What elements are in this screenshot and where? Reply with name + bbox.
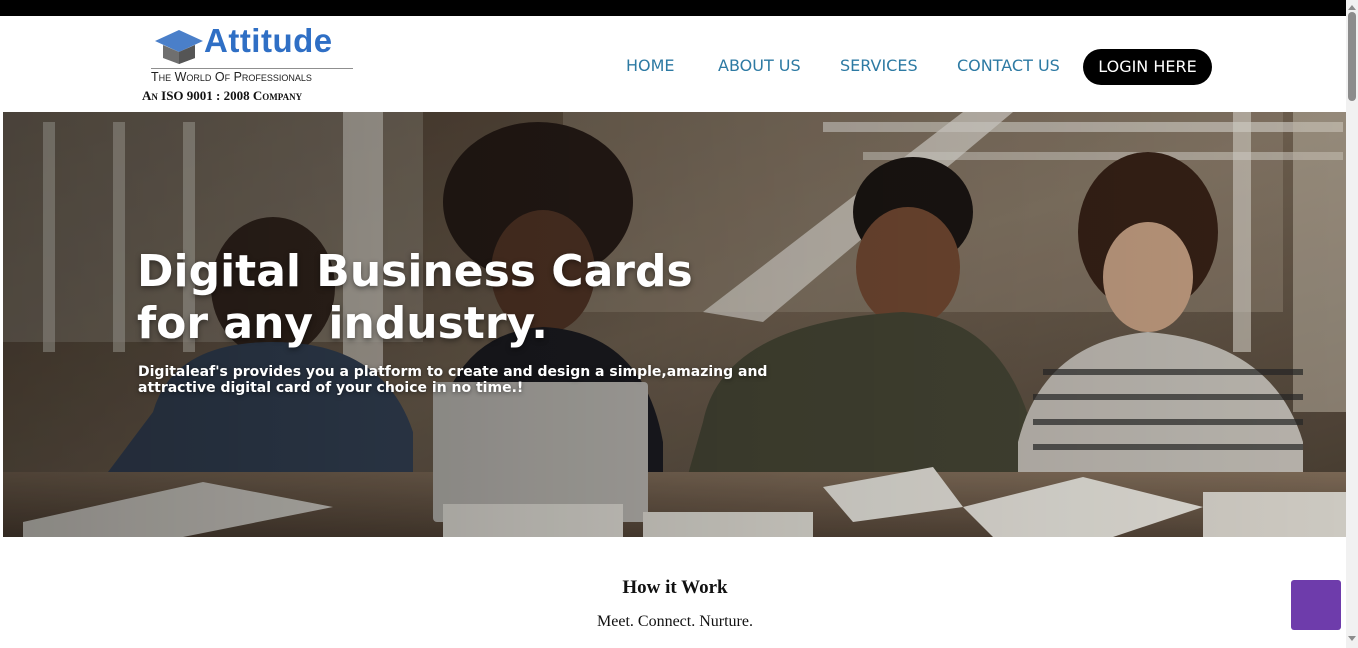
page-scrollbar[interactable]	[1346, 0, 1358, 648]
nav-services[interactable]: SERVICES	[840, 56, 918, 75]
scroll-down-arrow-icon[interactable]	[1346, 634, 1358, 644]
logo-name: Attitude	[204, 22, 333, 59]
graduation-cap-icon	[155, 30, 203, 64]
scroll-up-arrow-icon[interactable]	[1346, 2, 1358, 12]
hero-banner: Digital Business Cards for any industry.…	[3, 112, 1346, 537]
hero-subtitle: Digitaleaf's provides you a platform to …	[138, 364, 768, 396]
how-it-works-subtitle: Meet. Connect. Nurture.	[597, 613, 753, 630]
attitude-logo[interactable]: Attitude The World Of Professionals An I…	[139, 22, 361, 110]
logo-divider	[151, 68, 353, 69]
site-header: Attitude The World Of Professionals An I…	[3, 16, 1346, 112]
nav-about-us[interactable]: ABOUT US	[718, 56, 801, 75]
logo-tagline: The World Of Professionals	[151, 70, 312, 84]
login-button[interactable]: LOGIN HERE	[1083, 49, 1212, 85]
top-black-bar	[0, 0, 1358, 16]
chat-icon[interactable]	[1291, 580, 1341, 630]
logo-iso-line: An ISO 9001 : 2008 Company	[142, 88, 303, 103]
nav-contact-us[interactable]: CONTACT US	[957, 56, 1060, 75]
nav-home[interactable]: HOME	[626, 56, 675, 75]
scrollbar-thumb[interactable]	[1348, 12, 1356, 101]
how-it-works-title: How it Work	[622, 577, 728, 598]
hero-title: Digital Business Cards for any industry.	[137, 246, 693, 349]
